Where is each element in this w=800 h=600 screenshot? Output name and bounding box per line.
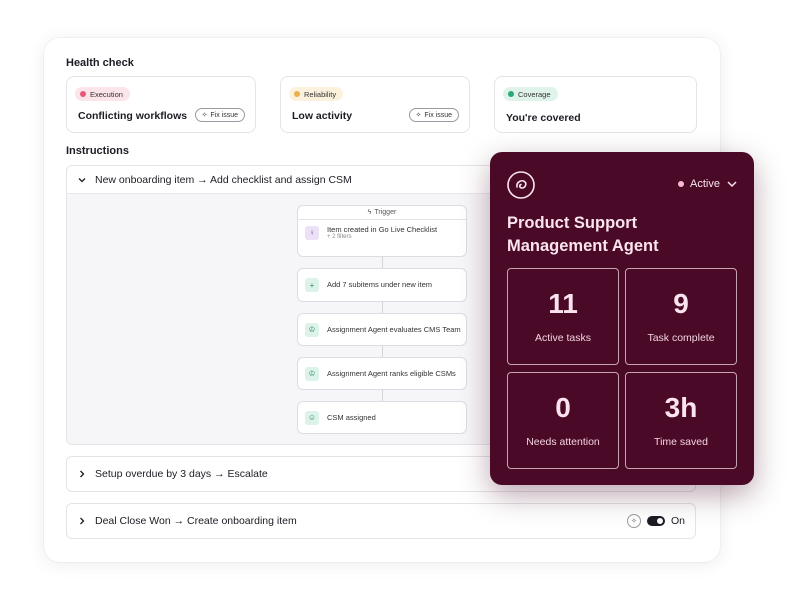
agent-status-label: Active xyxy=(690,178,720,190)
sparkle-icon: ✧ xyxy=(201,112,208,119)
stat-label: Needs attention xyxy=(526,435,600,448)
flow-step-text: Assignment Agent evaluates CMS Team xyxy=(327,324,461,334)
flow-step-subtext: + 2 filters xyxy=(327,234,352,241)
stat-value: 9 xyxy=(673,287,689,319)
chevron-down-icon xyxy=(78,177,86,182)
toggle-label: On xyxy=(670,515,685,527)
agent-card: Active Product Support Management Agent … xyxy=(490,152,754,485)
on-toggle[interactable] xyxy=(646,516,665,526)
coverage-badge-label: Coverage xyxy=(518,89,551,99)
coverage-dot-icon xyxy=(508,91,514,97)
execution-badge-label: Execution xyxy=(90,89,123,99)
row-controls: ✧ On xyxy=(626,514,685,528)
chevron-right-icon xyxy=(80,470,85,478)
fix-issue-button[interactable]: ✧ Fix issue xyxy=(408,108,459,122)
flow-connector xyxy=(382,256,383,268)
flow-step-add-subitems[interactable]: + Add 7 subitems under new item xyxy=(297,268,467,302)
stat-active-tasks[interactable]: 11 Active tasks xyxy=(507,268,619,365)
coverage-badge: Coverage xyxy=(503,87,558,101)
instruction-label: New onboarding item → Add checklist and … xyxy=(95,173,352,186)
fix-issue-button[interactable]: ✧ Fix issue xyxy=(194,108,245,122)
flow-step-assigned[interactable]: ☺ CSM assigned xyxy=(297,401,467,434)
fix-issue-label: Fix issue xyxy=(424,111,452,119)
instruction-label: Deal Close Won → Create onboarding item xyxy=(95,515,297,527)
stat-label: Task complete xyxy=(647,331,715,344)
health-card-reliability[interactable]: Reliability Low activity ✧ Fix issue xyxy=(280,76,470,133)
flow-step-text: Assignment Agent ranks eligible CSMs xyxy=(327,368,456,378)
flow-step-text: Item created in Go Live Checklist xyxy=(327,225,438,234)
stat-needs-attention[interactable]: 0 Needs attention xyxy=(507,372,619,469)
sparkle-icon[interactable]: ✧ xyxy=(626,514,641,528)
execution-badge: Execution xyxy=(75,87,130,101)
trigger-node[interactable]: ϟ Trigger ♀ Item created in Go Live Chec… xyxy=(297,205,467,257)
stat-label: Active tasks xyxy=(534,331,592,344)
stat-value: 0 xyxy=(555,391,571,423)
instructions-title: Instructions xyxy=(66,145,129,157)
health-card-label: Conflicting workflows xyxy=(78,110,188,122)
stat-value: 3h xyxy=(664,391,698,423)
trigger-label: Trigger xyxy=(374,209,397,216)
trigger-text-group: Item created in Go Live Checklist + 2 fi… xyxy=(327,225,437,240)
stat-value: 11 xyxy=(548,287,578,319)
flow-connector xyxy=(382,301,383,313)
flow-connector xyxy=(382,345,383,357)
stat-label: Time saved xyxy=(654,435,708,448)
flow-step-text: CSM assigned xyxy=(327,412,376,422)
health-card-coverage[interactable]: Coverage You're covered xyxy=(494,76,697,133)
execution-dot-icon xyxy=(80,91,86,97)
trigger-header: ϟ Trigger xyxy=(298,206,466,220)
agent-status-dropdown[interactable]: Active xyxy=(678,178,738,190)
trigger-body: ♀ Item created in Go Live Checklist + 2 … xyxy=(298,220,466,245)
health-card-execution[interactable]: Execution Conflicting workflows ✧ Fix is… xyxy=(66,76,256,133)
sparkle-icon: ✧ xyxy=(415,112,422,119)
health-card-label: Low activity xyxy=(292,110,353,122)
health-check-title: Health check xyxy=(66,57,134,69)
fix-issue-label: Fix issue xyxy=(210,111,238,119)
instruction-row-deal-close[interactable]: Deal Close Won → Create onboarding item … xyxy=(66,503,696,539)
stat-time-saved[interactable]: 3h Time saved xyxy=(625,372,737,469)
user-icon: ☺ xyxy=(305,410,319,425)
instruction-label: Setup overdue by 3 days → Escalate xyxy=(95,468,268,480)
reliability-dot-icon xyxy=(294,91,300,97)
robot-icon: ♔ xyxy=(305,322,319,337)
agent-title: Product Support Management Agent xyxy=(507,214,659,255)
health-card-label: You're covered xyxy=(506,112,581,124)
chevron-right-icon xyxy=(80,517,85,525)
flow-step-rank[interactable]: ♔ Assignment Agent ranks eligible CSMs xyxy=(297,357,467,390)
robot-icon: ♔ xyxy=(305,366,319,381)
plus-icon: + xyxy=(305,278,319,292)
flow-connector xyxy=(382,389,383,401)
flow-step-text: Add 7 subitems under new item xyxy=(327,280,433,290)
status-dot-icon xyxy=(678,181,685,187)
chevron-down-icon xyxy=(727,181,737,188)
agent-logo-icon xyxy=(507,171,535,199)
reliability-badge: Reliability xyxy=(289,87,344,101)
reliability-badge-label: Reliability xyxy=(304,89,337,99)
flow-step-evaluate[interactable]: ♔ Assignment Agent evaluates CMS Team xyxy=(297,313,467,346)
bolt-icon: ϟ xyxy=(367,209,372,216)
bulb-icon: ♀ xyxy=(305,225,319,240)
stat-task-complete[interactable]: 9 Task complete xyxy=(625,268,737,365)
